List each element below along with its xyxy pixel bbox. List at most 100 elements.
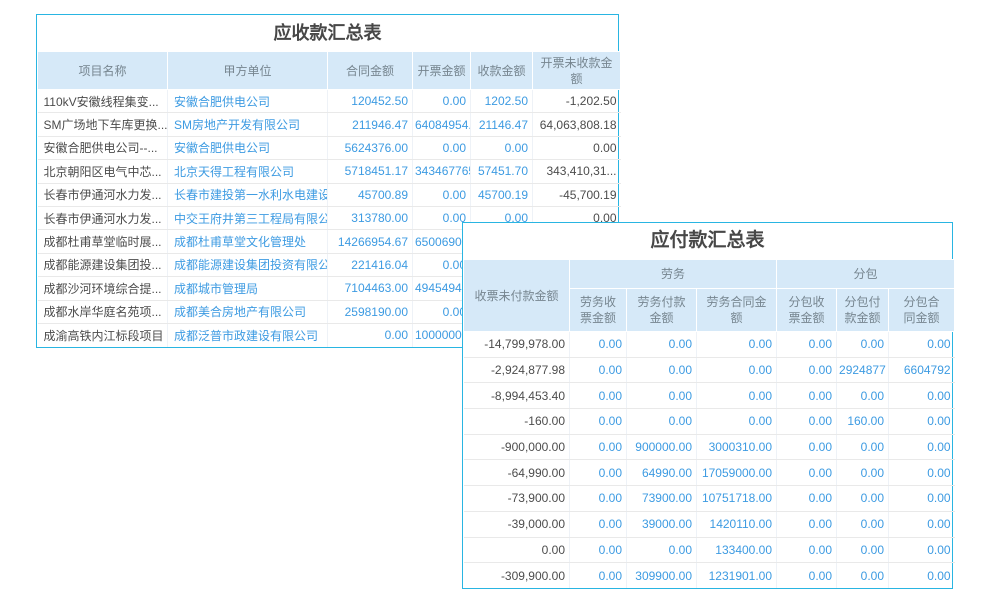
col-labor-contract-amount: 劳务合同金额 — [697, 289, 777, 332]
cell: 64,063,808.18 — [533, 113, 621, 136]
cell: 1420110.00 — [697, 511, 777, 537]
col-contract-amount: 合同金额 — [328, 52, 413, 90]
cell: 0.00 — [777, 383, 837, 409]
cell: 0.00 — [889, 332, 955, 358]
cell: 313780.00 — [328, 206, 413, 229]
cell: 0.00 — [889, 486, 955, 512]
table-row[interactable]: -160.000.000.000.000.00160.000.00 — [464, 409, 955, 435]
cell: -73,900.00 — [464, 486, 570, 512]
cell: -1,202.50 — [533, 90, 621, 113]
cell: 0.00 — [889, 511, 955, 537]
payables-title: 应付款汇总表 — [463, 223, 952, 259]
cell: 900000.00 — [627, 434, 697, 460]
cell: 0.00 — [570, 537, 627, 563]
page: 应收款汇总表 项目名称 甲方单位 合同金额 开票金额 收款金额 开票未收款金额 … — [0, 0, 1000, 600]
col-received-invoice-unpaid-amount: 收票未付款金额 — [464, 260, 570, 332]
cell: 0.00 — [413, 136, 471, 159]
cell: 64990.00 — [627, 460, 697, 486]
cell: 133400.00 — [697, 537, 777, 563]
cell: 成渝高铁内江标段项目 — [38, 323, 168, 346]
cell: -160.00 — [464, 409, 570, 435]
table-row[interactable]: -14,799,978.000.000.000.000.000.000.00 — [464, 332, 955, 358]
col-project-name: 项目名称 — [38, 52, 168, 90]
cell: 0.00 — [464, 537, 570, 563]
cell: 3000310.00 — [697, 434, 777, 460]
cell: 0.00 — [889, 537, 955, 563]
table-row[interactable]: 北京朝阳区电气中芯...北京天得工程有限公司5718451.1734346776… — [38, 160, 621, 183]
cell: -309,900.00 — [464, 563, 570, 589]
cell: 0.00 — [777, 409, 837, 435]
table-row[interactable]: -900,000.000.00900000.003000310.000.000.… — [464, 434, 955, 460]
cell: 北京朝阳区电气中芯... — [38, 160, 168, 183]
cell: 0.00 — [777, 357, 837, 383]
payables-group-header-row: 收票未付款金额 劳务 分包 — [464, 260, 955, 289]
cell: 成都水岸华庭名苑项... — [38, 300, 168, 323]
cell: 1231901.00 — [697, 563, 777, 589]
cell: 0.00 — [837, 434, 889, 460]
cell: 安徽合肥供电公司 — [168, 90, 328, 113]
col-client-unit: 甲方单位 — [168, 52, 328, 90]
col-subcontract-contract-amount: 分包合同金额 — [889, 289, 955, 332]
cell: 0.00 — [627, 537, 697, 563]
cell: 成都城市管理局 — [168, 277, 328, 300]
col-invoiced-amount: 开票金额 — [413, 52, 471, 90]
table-row[interactable]: 110kV安徽线程集变...安徽合肥供电公司120452.500.001202.… — [38, 90, 621, 113]
cell: 0.00 — [889, 434, 955, 460]
cell: 0.00 — [328, 323, 413, 346]
cell: 0.00 — [697, 383, 777, 409]
cell: 0.00 — [889, 383, 955, 409]
col-labor-payment-amount: 劳务付款金额 — [627, 289, 697, 332]
cell: 160.00 — [837, 409, 889, 435]
cell: 343467765. — [413, 160, 471, 183]
cell: 安徽合肥供电公司--... — [38, 136, 168, 159]
table-row[interactable]: -309,900.000.00309900.001231901.000.000.… — [464, 563, 955, 589]
cell: 长春市伊通河水力发... — [38, 183, 168, 206]
cell: 6604792 — [889, 357, 955, 383]
cell: 45700.19 — [471, 183, 533, 206]
cell: 北京天得工程有限公司 — [168, 160, 328, 183]
cell: 0.00 — [889, 409, 955, 435]
cell: 309900.00 — [627, 563, 697, 589]
cell: 0.00 — [570, 486, 627, 512]
cell: -8,994,453.40 — [464, 383, 570, 409]
cell: 2924877 — [837, 357, 889, 383]
cell: 0.00 — [837, 332, 889, 358]
receivables-header-row: 项目名称 甲方单位 合同金额 开票金额 收款金额 开票未收款金额 — [38, 52, 621, 90]
cell: 0.00 — [627, 357, 697, 383]
cell: 成都泛普市政建设有限公司 — [168, 323, 328, 346]
cell: 0.00 — [627, 383, 697, 409]
cell: 长春市建投第一水利水电建设有限公司 — [168, 183, 328, 206]
cell: 0.00 — [777, 511, 837, 537]
table-row[interactable]: -64,990.000.0064990.0017059000.000.000.0… — [464, 460, 955, 486]
cell: 0.00 — [777, 332, 837, 358]
table-row[interactable]: 安徽合肥供电公司--...安徽合肥供电公司5624376.000.000.000… — [38, 136, 621, 159]
cell: 10751718.00 — [697, 486, 777, 512]
cell: 7104463.00 — [328, 277, 413, 300]
cell: -2,924,877.98 — [464, 357, 570, 383]
table-row[interactable]: 0.000.000.00133400.000.000.000.00 — [464, 537, 955, 563]
cell: 73900.00 — [627, 486, 697, 512]
table-row[interactable]: -2,924,877.980.000.000.000.0029248776604… — [464, 357, 955, 383]
cell: 0.00 — [777, 460, 837, 486]
cell: -45,700.19 — [533, 183, 621, 206]
cell: 57451.70 — [471, 160, 533, 183]
cell: 0.00 — [777, 486, 837, 512]
col-subcontract-invoice-amount: 分包收票金额 — [777, 289, 837, 332]
table-row[interactable]: 长春市伊通河水力发...长春市建投第一水利水电建设有限公司45700.890.0… — [38, 183, 621, 206]
table-row[interactable]: -8,994,453.400.000.000.000.000.000.00 — [464, 383, 955, 409]
cell: 0.00 — [570, 383, 627, 409]
cell: 39000.00 — [627, 511, 697, 537]
table-row[interactable]: -73,900.000.0073900.0010751718.000.000.0… — [464, 486, 955, 512]
table-row[interactable]: -39,000.000.0039000.001420110.000.000.00… — [464, 511, 955, 537]
table-row[interactable]: SM广场地下车库更换...SM房地产开发有限公司211946.476408495… — [38, 113, 621, 136]
cell: 成都能源建设集团投... — [38, 253, 168, 276]
cell: 成都沙河环境综合提... — [38, 277, 168, 300]
cell: 0.00 — [471, 136, 533, 159]
cell: 0.00 — [837, 563, 889, 589]
cell: SM广场地下车库更换... — [38, 113, 168, 136]
cell: 0.00 — [697, 332, 777, 358]
cell: 0.00 — [697, 409, 777, 435]
cell: 0.00 — [533, 136, 621, 159]
cell: 211946.47 — [328, 113, 413, 136]
cell: 120452.50 — [328, 90, 413, 113]
